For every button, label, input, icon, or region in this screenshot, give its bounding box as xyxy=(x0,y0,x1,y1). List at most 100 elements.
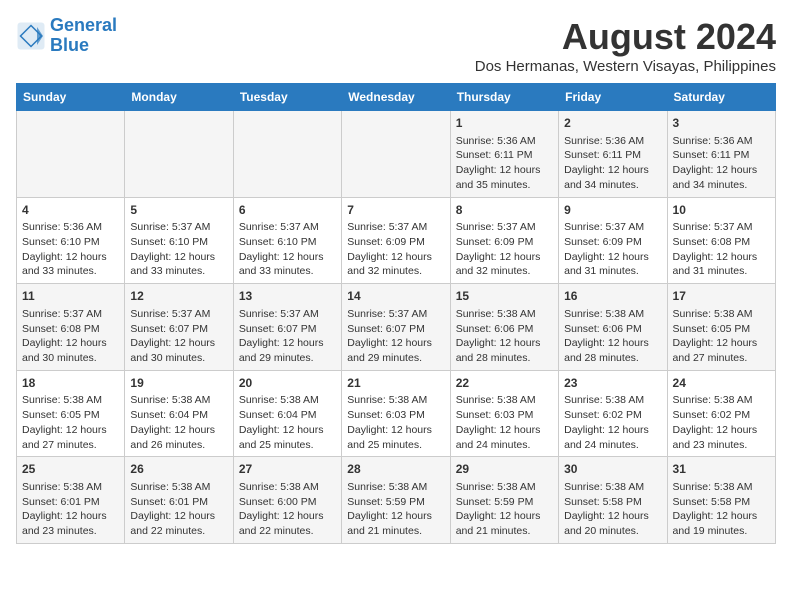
day-number: 15 xyxy=(456,288,553,305)
day-info: Sunrise: 5:38 AM xyxy=(456,393,553,408)
day-number: 6 xyxy=(239,202,336,219)
day-info: Sunrise: 5:37 AM xyxy=(564,220,661,235)
day-number: 7 xyxy=(347,202,444,219)
day-info: and 22 minutes. xyxy=(130,524,227,539)
day-info: Sunset: 6:08 PM xyxy=(22,322,119,337)
day-info: Sunrise: 5:38 AM xyxy=(22,393,119,408)
day-info: Sunrise: 5:36 AM xyxy=(673,134,770,149)
calendar-cell: 21Sunrise: 5:38 AMSunset: 6:03 PMDayligh… xyxy=(342,370,450,457)
week-row-2: 4Sunrise: 5:36 AMSunset: 6:10 PMDaylight… xyxy=(17,197,776,284)
day-info: and 27 minutes. xyxy=(673,351,770,366)
day-number: 20 xyxy=(239,375,336,392)
day-info: Sunset: 6:06 PM xyxy=(564,322,661,337)
day-info: Daylight: 12 hours xyxy=(239,509,336,524)
day-info: Daylight: 12 hours xyxy=(22,250,119,265)
day-info: Sunset: 6:04 PM xyxy=(130,408,227,423)
day-info: Sunset: 6:05 PM xyxy=(22,408,119,423)
day-info: and 31 minutes. xyxy=(673,264,770,279)
day-info: Sunset: 6:07 PM xyxy=(347,322,444,337)
day-info: Daylight: 12 hours xyxy=(347,423,444,438)
week-row-1: 1Sunrise: 5:36 AMSunset: 6:11 PMDaylight… xyxy=(17,111,776,198)
calendar-cell: 27Sunrise: 5:38 AMSunset: 6:00 PMDayligh… xyxy=(233,457,341,544)
calendar-cell: 19Sunrise: 5:38 AMSunset: 6:04 PMDayligh… xyxy=(125,370,233,457)
day-info: Sunset: 5:59 PM xyxy=(456,495,553,510)
day-info: Sunset: 6:00 PM xyxy=(239,495,336,510)
day-info: Sunrise: 5:37 AM xyxy=(347,220,444,235)
calendar-table: SundayMondayTuesdayWednesdayThursdayFrid… xyxy=(16,83,776,544)
day-info: Daylight: 12 hours xyxy=(239,336,336,351)
day-number: 16 xyxy=(564,288,661,305)
day-info: Daylight: 12 hours xyxy=(673,163,770,178)
day-info: Sunrise: 5:38 AM xyxy=(456,307,553,322)
calendar-cell: 30Sunrise: 5:38 AMSunset: 5:58 PMDayligh… xyxy=(559,457,667,544)
day-info: Sunrise: 5:37 AM xyxy=(130,307,227,322)
page-header: General Blue August 2024 Dos Hermanas, W… xyxy=(16,16,776,75)
day-info: and 28 minutes. xyxy=(564,351,661,366)
day-number: 25 xyxy=(22,461,119,478)
day-info: Sunset: 6:11 PM xyxy=(673,148,770,163)
day-info: Daylight: 12 hours xyxy=(673,509,770,524)
header-day-wednesday: Wednesday xyxy=(342,84,450,111)
day-info: Sunset: 6:10 PM xyxy=(239,235,336,250)
day-number: 10 xyxy=(673,202,770,219)
day-number: 13 xyxy=(239,288,336,305)
day-number: 22 xyxy=(456,375,553,392)
day-info: and 24 minutes. xyxy=(456,438,553,453)
calendar-cell: 31Sunrise: 5:38 AMSunset: 5:58 PMDayligh… xyxy=(667,457,775,544)
day-info: and 25 minutes. xyxy=(347,438,444,453)
day-info: Daylight: 12 hours xyxy=(456,509,553,524)
day-info: and 34 minutes. xyxy=(673,178,770,193)
day-number: 29 xyxy=(456,461,553,478)
calendar-header: SundayMondayTuesdayWednesdayThursdayFrid… xyxy=(17,84,776,111)
day-info: and 29 minutes. xyxy=(239,351,336,366)
day-info: Sunset: 5:58 PM xyxy=(564,495,661,510)
day-info: and 31 minutes. xyxy=(564,264,661,279)
calendar-cell: 15Sunrise: 5:38 AMSunset: 6:06 PMDayligh… xyxy=(450,284,558,371)
day-info: Sunrise: 5:38 AM xyxy=(564,393,661,408)
day-info: and 34 minutes. xyxy=(564,178,661,193)
day-info: Sunset: 6:01 PM xyxy=(130,495,227,510)
day-info: Sunrise: 5:38 AM xyxy=(673,393,770,408)
day-info: and 30 minutes. xyxy=(22,351,119,366)
day-info: Sunset: 6:09 PM xyxy=(456,235,553,250)
day-info: Sunrise: 5:38 AM xyxy=(22,480,119,495)
calendar-cell: 18Sunrise: 5:38 AMSunset: 6:05 PMDayligh… xyxy=(17,370,125,457)
day-info: Sunset: 5:59 PM xyxy=(347,495,444,510)
day-info: Daylight: 12 hours xyxy=(130,509,227,524)
calendar-cell: 22Sunrise: 5:38 AMSunset: 6:03 PMDayligh… xyxy=(450,370,558,457)
day-info: and 28 minutes. xyxy=(456,351,553,366)
calendar-cell: 23Sunrise: 5:38 AMSunset: 6:02 PMDayligh… xyxy=(559,370,667,457)
day-info: Daylight: 12 hours xyxy=(673,250,770,265)
day-info: Sunrise: 5:38 AM xyxy=(456,480,553,495)
day-info: Daylight: 12 hours xyxy=(347,509,444,524)
calendar-cell: 24Sunrise: 5:38 AMSunset: 6:02 PMDayligh… xyxy=(667,370,775,457)
day-info: and 33 minutes. xyxy=(239,264,336,279)
day-number: 24 xyxy=(673,375,770,392)
day-info: Daylight: 12 hours xyxy=(456,336,553,351)
day-info: Sunrise: 5:37 AM xyxy=(456,220,553,235)
day-info: and 20 minutes. xyxy=(564,524,661,539)
day-info: and 24 minutes. xyxy=(564,438,661,453)
header-day-sunday: Sunday xyxy=(17,84,125,111)
day-info: Sunrise: 5:36 AM xyxy=(22,220,119,235)
calendar-cell: 6Sunrise: 5:37 AMSunset: 6:10 PMDaylight… xyxy=(233,197,341,284)
day-number: 19 xyxy=(130,375,227,392)
week-row-5: 25Sunrise: 5:38 AMSunset: 6:01 PMDayligh… xyxy=(17,457,776,544)
calendar-cell: 26Sunrise: 5:38 AMSunset: 6:01 PMDayligh… xyxy=(125,457,233,544)
day-info: Sunrise: 5:38 AM xyxy=(130,393,227,408)
day-number: 12 xyxy=(130,288,227,305)
day-info: and 23 minutes. xyxy=(673,438,770,453)
day-number: 17 xyxy=(673,288,770,305)
day-number: 21 xyxy=(347,375,444,392)
day-info: Sunrise: 5:36 AM xyxy=(564,134,661,149)
day-info: Sunrise: 5:38 AM xyxy=(564,307,661,322)
day-number: 3 xyxy=(673,115,770,132)
day-info: Sunset: 6:03 PM xyxy=(456,408,553,423)
calendar-cell: 1Sunrise: 5:36 AMSunset: 6:11 PMDaylight… xyxy=(450,111,558,198)
day-info: Daylight: 12 hours xyxy=(564,250,661,265)
day-info: and 25 minutes. xyxy=(239,438,336,453)
week-row-3: 11Sunrise: 5:37 AMSunset: 6:08 PMDayligh… xyxy=(17,284,776,371)
day-info: and 33 minutes. xyxy=(22,264,119,279)
day-info: Sunrise: 5:38 AM xyxy=(239,393,336,408)
day-info: Daylight: 12 hours xyxy=(456,163,553,178)
